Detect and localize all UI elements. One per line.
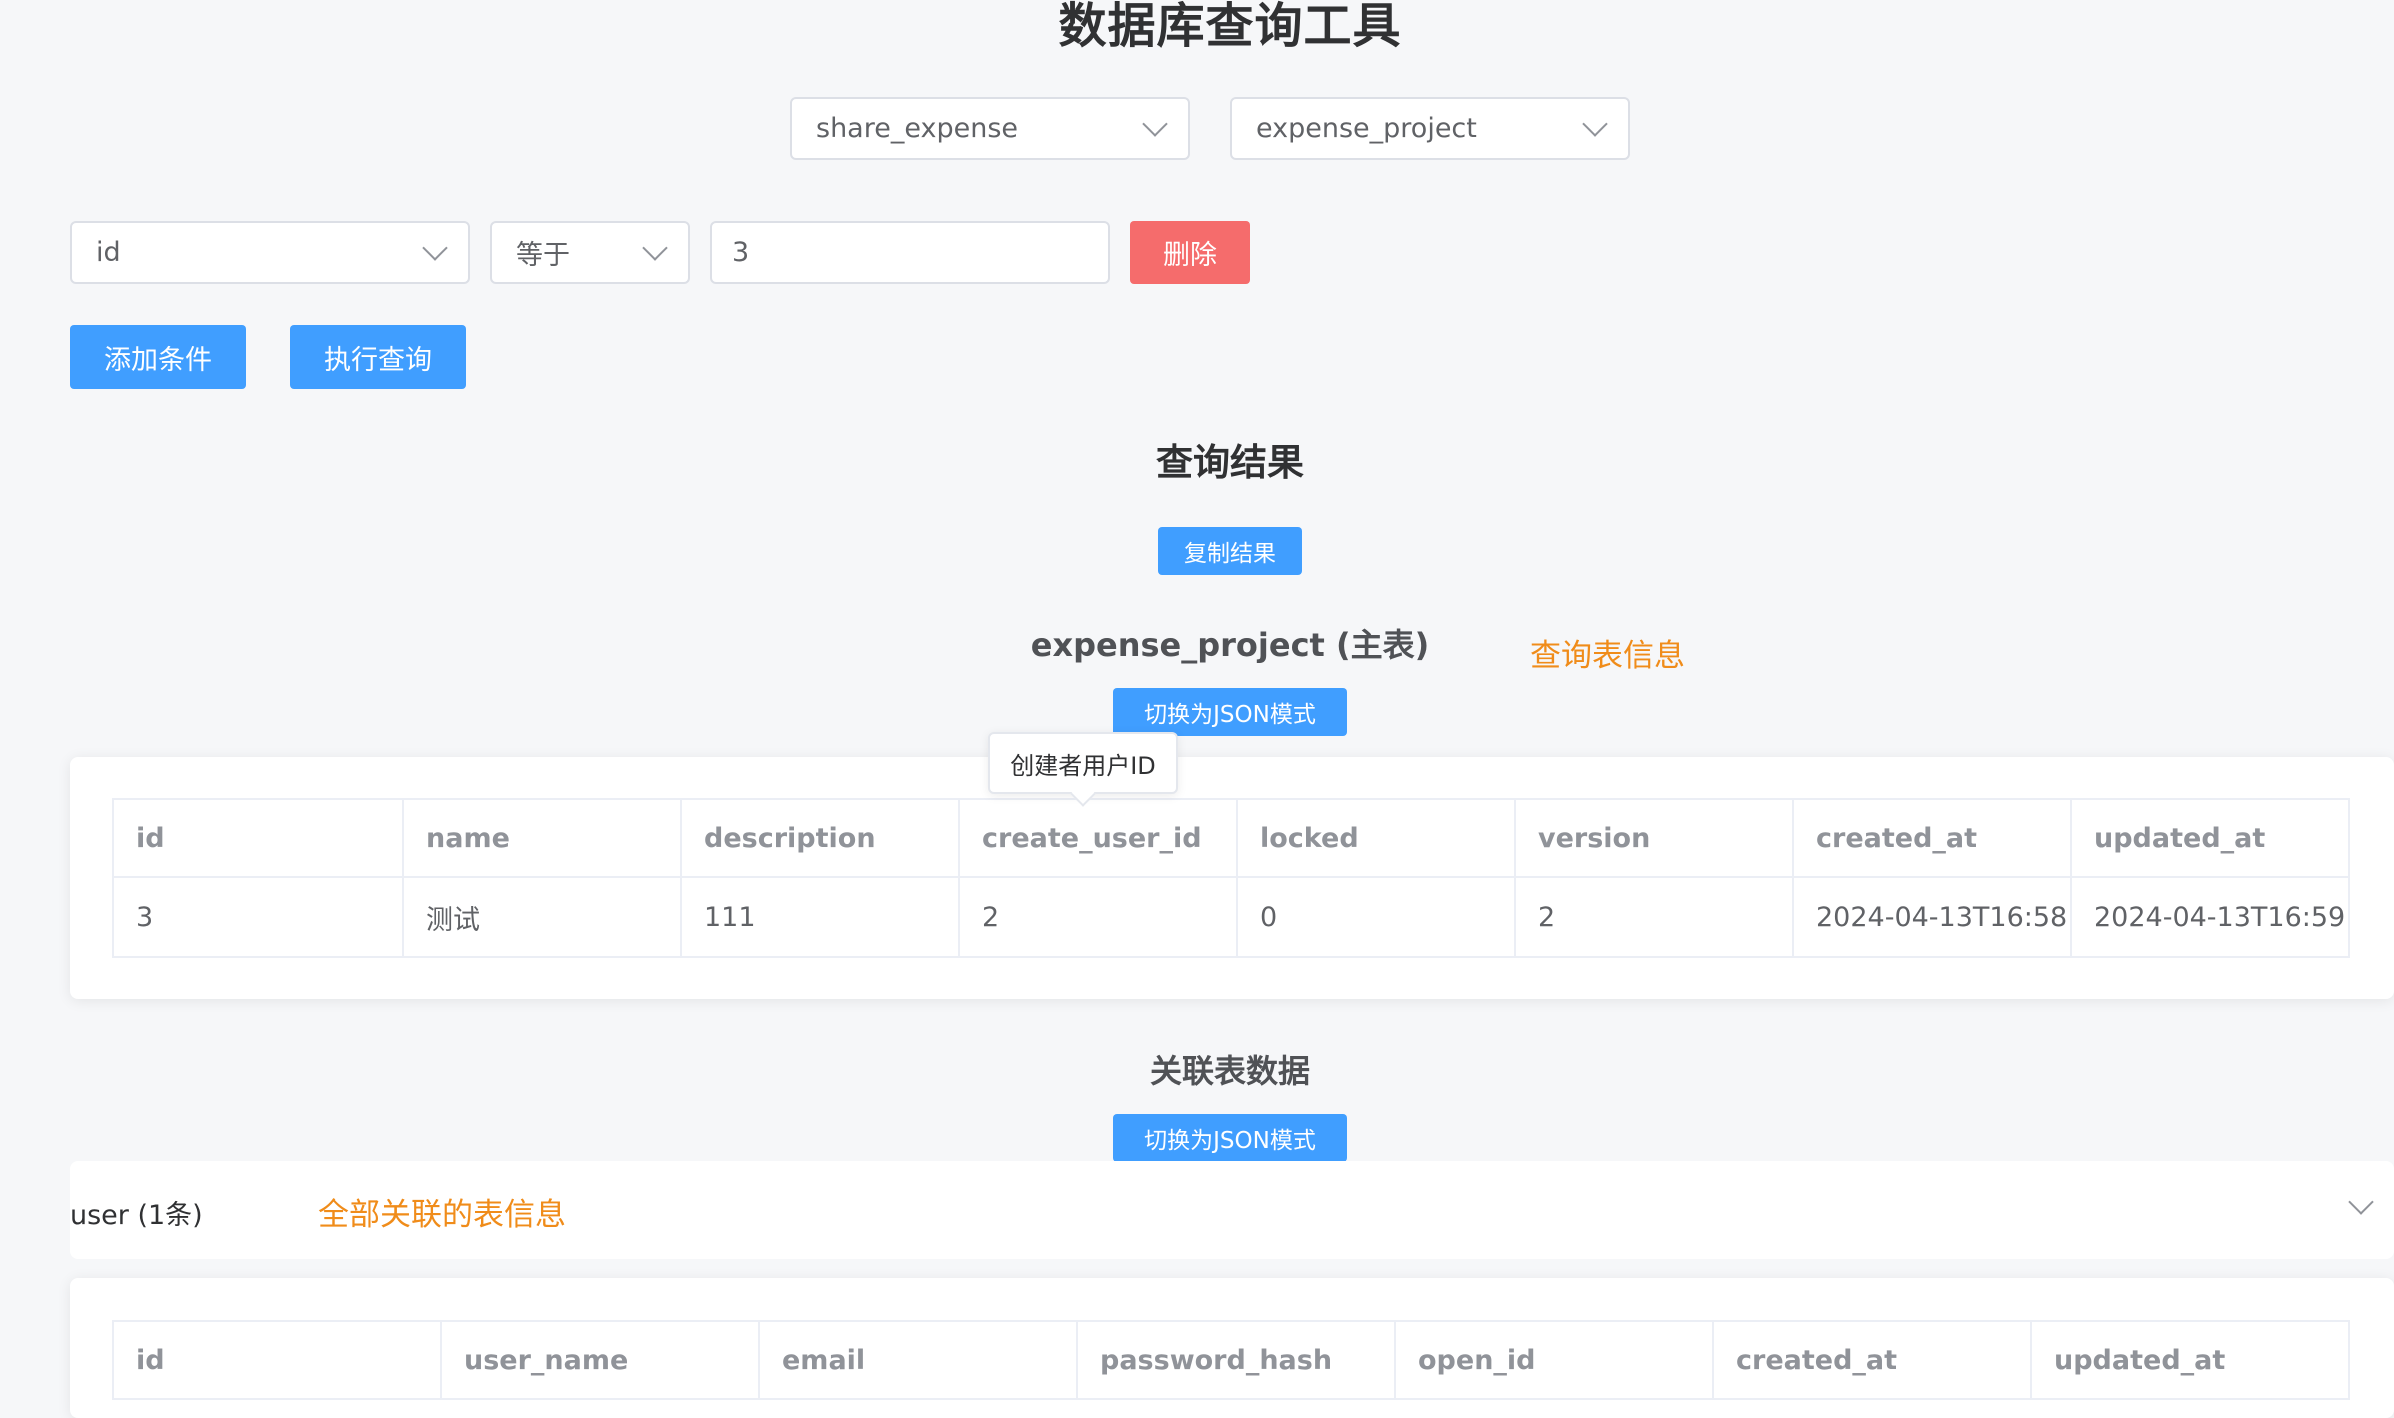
table-cell: 111 — [680, 876, 960, 958]
database-select[interactable]: share_expense — [790, 97, 1190, 160]
chevron-down-icon[interactable] — [2348, 1189, 2374, 1215]
column-header[interactable]: updated_at — [2030, 1320, 2350, 1400]
table-cell: 3 — [112, 876, 404, 958]
results-title: 查询结果 — [1156, 441, 1304, 484]
chevron-down-icon — [1582, 110, 1608, 137]
main-table-note: 查询表信息 — [1530, 638, 1685, 674]
column-header[interactable]: description — [680, 798, 960, 878]
chevron-down-icon — [422, 234, 448, 261]
toggle-json-button-main[interactable]: 切换为JSON模式 — [1113, 688, 1347, 736]
copy-results-button[interactable]: 复制结果 — [1158, 527, 1302, 575]
column-header[interactable]: created_at — [1712, 1320, 2032, 1400]
table-header-row: id name description create_user_id locke… — [112, 798, 2350, 878]
column-header[interactable]: updated_at — [2070, 798, 2350, 878]
column-header[interactable]: password_hash — [1076, 1320, 1396, 1400]
column-header[interactable]: name — [402, 798, 682, 878]
condition-operator-value: 等于 — [516, 240, 570, 271]
tooltip-text: 创建者用户ID — [1010, 751, 1156, 780]
chevron-down-icon — [642, 234, 668, 261]
panel-header-label: user (1条) — [70, 1200, 203, 1231]
page-title: 数据库查询工具 — [1058, 0, 1402, 54]
table-cell: 2024-04-13T16:59 — [2070, 876, 2350, 958]
condition-value-input[interactable]: 3 — [710, 221, 1110, 284]
column-header[interactable]: locked — [1236, 798, 1516, 878]
chevron-down-icon — [1142, 110, 1168, 137]
related-user-table: id user_name email password_hash open_id… — [112, 1320, 2350, 1400]
main-table: id name description create_user_id locke… — [112, 798, 2350, 958]
execute-query-button[interactable]: 执行查询 — [290, 325, 466, 389]
table-cell: 0 — [1236, 876, 1516, 958]
table-select-value: expense_project — [1256, 113, 1477, 144]
column-header[interactable]: id — [112, 798, 404, 878]
delete-condition-button[interactable]: 删除 — [1130, 221, 1250, 284]
database-select-value: share_expense — [816, 113, 1018, 144]
column-header[interactable]: user_name — [440, 1320, 760, 1400]
column-header[interactable]: open_id — [1394, 1320, 1714, 1400]
related-user-panel-header[interactable]: user (1条) 全部关联的表信息 — [70, 1161, 2394, 1259]
table-cell: 测试 — [402, 876, 682, 958]
column-header[interactable]: version — [1514, 798, 1794, 878]
table-row[interactable]: 3 测试 111 2 0 2 2024-04-13T16:58 2024-04-… — [112, 876, 2350, 958]
condition-field-value: id — [96, 237, 121, 268]
column-header[interactable]: created_at — [1792, 798, 2072, 878]
condition-field-select[interactable]: id — [70, 221, 470, 284]
column-header[interactable]: email — [758, 1320, 1078, 1400]
table-cell: 2 — [1514, 876, 1794, 958]
table-cell: 2024-04-13T16:58 — [1792, 876, 2072, 958]
panel-header-note: 全部关联的表信息 — [318, 1197, 566, 1233]
condition-operator-select[interactable]: 等于 — [490, 221, 690, 284]
column-tooltip: 创建者用户ID — [988, 732, 1178, 807]
related-title: 关联表数据 — [1149, 1052, 1310, 1090]
column-header[interactable]: create_user_id — [958, 798, 1238, 878]
column-header[interactable]: id — [112, 1320, 442, 1400]
condition-value-text: 3 — [732, 237, 750, 268]
toggle-json-button-related[interactable]: 切换为JSON模式 — [1113, 1114, 1347, 1162]
table-cell: 2 — [958, 876, 1238, 958]
main-table-title: expense_project (主表) — [1030, 626, 1430, 664]
table-select[interactable]: expense_project — [1230, 97, 1630, 160]
table-header-row: id user_name email password_hash open_id… — [112, 1320, 2350, 1400]
add-condition-button[interactable]: 添加条件 — [70, 325, 246, 389]
